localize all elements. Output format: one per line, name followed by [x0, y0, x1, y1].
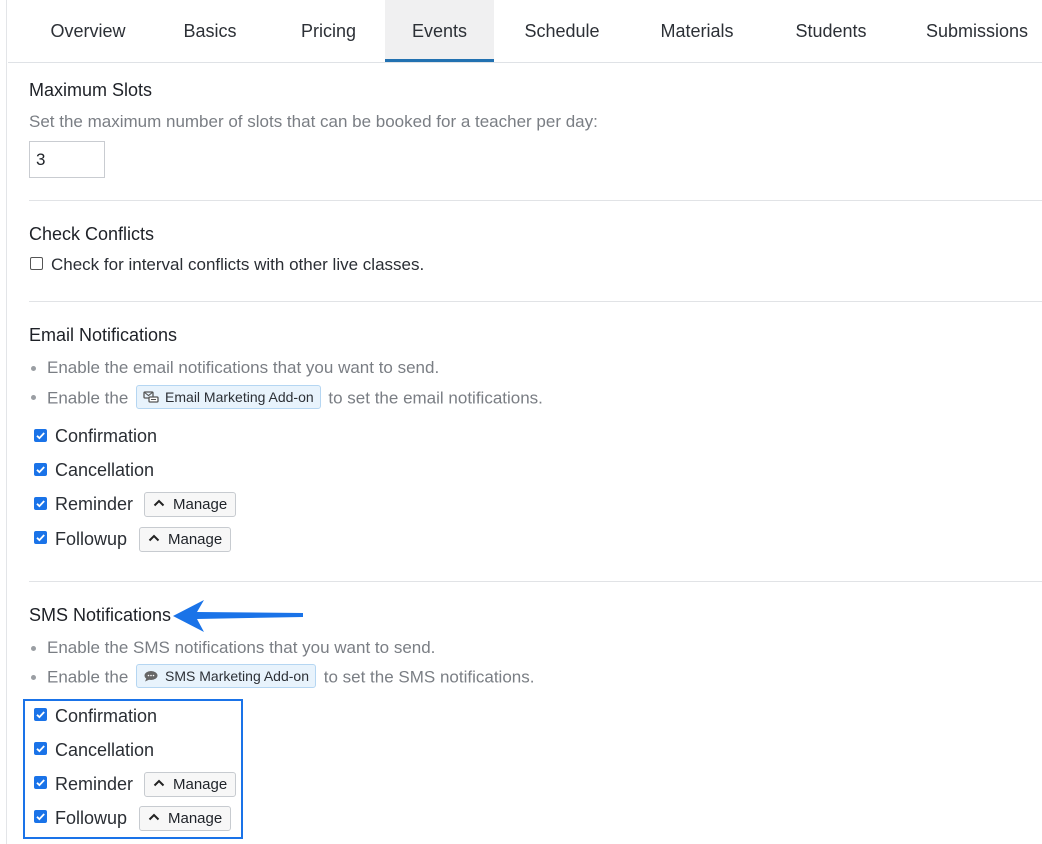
max-slots-description: Set the maximum number of slots that can…	[29, 112, 598, 131]
sms-reminder-manage-button[interactable]: Manage	[144, 772, 237, 797]
tab-bar: Overview Basics Pricing Events Schedule …	[8, 0, 1042, 63]
sms-cancellation-label: Cancellation	[55, 740, 155, 760]
sms-confirmation-checkbox[interactable]	[34, 708, 47, 721]
email-confirmation-label: Confirmation	[55, 426, 158, 446]
bullet-dot	[31, 646, 36, 651]
sms-followup-manage-button[interactable]: Manage	[139, 806, 232, 831]
sms-notifications-title: SMS Notifications	[29, 605, 172, 625]
tab-overview[interactable]: Overview	[28, 0, 148, 61]
tab-schedule[interactable]: Schedule	[494, 0, 630, 61]
sms-bullet-2-prefix: Enable the	[47, 667, 129, 687]
sms-bullet-2: Enable the SMS Marketing Add-on to set t…	[47, 664, 535, 690]
check-conflicts-title: Check Conflicts	[29, 224, 155, 244]
chevron-up-icon	[153, 779, 165, 787]
sms-chat-icon	[144, 671, 158, 682]
manage-label: Manage	[173, 496, 228, 513]
max-slots-title: Maximum Slots	[29, 80, 153, 100]
sms-confirmation-label: Confirmation	[55, 706, 158, 726]
email-bullet-2-prefix: Enable the	[47, 388, 129, 408]
bullet-dot	[31, 675, 36, 680]
sms-followup-checkbox[interactable]	[34, 810, 47, 823]
sms-followup-label: Followup	[55, 808, 128, 828]
email-followup-manage-button[interactable]: Manage	[139, 527, 232, 552]
check-conflicts-checkbox[interactable]	[30, 257, 43, 270]
email-bullet-2-suffix: to set the email notifications.	[328, 388, 543, 408]
email-reminder-manage-button[interactable]: Manage	[144, 492, 237, 517]
email-marketing-icon	[143, 391, 159, 403]
sms-reminder-checkbox[interactable]	[34, 776, 47, 789]
manage-label: Manage	[168, 531, 223, 548]
bullet-dot	[31, 395, 36, 400]
email-reminder-checkbox[interactable]	[34, 497, 47, 510]
email-reminder-label: Reminder	[55, 494, 134, 514]
tab-events[interactable]: Events	[385, 0, 494, 62]
email-bullet-1: Enable the email notifications that you …	[47, 358, 440, 377]
arrow-left-icon	[173, 600, 303, 632]
tab-pricing[interactable]: Pricing	[272, 0, 385, 61]
chevron-up-icon	[148, 534, 160, 542]
email-cancellation-checkbox[interactable]	[34, 463, 47, 476]
left-border	[6, 0, 7, 844]
email-notifications-title: Email Notifications	[29, 325, 178, 345]
chevron-up-icon	[148, 813, 160, 821]
email-cancellation-label: Cancellation	[55, 460, 155, 480]
email-confirmation-checkbox[interactable]	[34, 429, 47, 442]
manage-label: Manage	[173, 776, 228, 793]
manage-label: Manage	[168, 810, 223, 827]
section-divider	[29, 200, 1042, 201]
tab-submissions[interactable]: Submissions	[898, 0, 1042, 61]
tab-basics[interactable]: Basics	[148, 0, 272, 61]
section-divider	[29, 581, 1042, 582]
email-marketing-addon-link[interactable]: Email Marketing Add-on	[136, 385, 321, 409]
max-slots-input[interactable]	[29, 141, 105, 178]
bullet-dot	[31, 366, 36, 371]
sms-addon-label: SMS Marketing Add-on	[165, 668, 309, 684]
section-divider	[29, 301, 1042, 302]
email-followup-checkbox[interactable]	[34, 531, 47, 544]
sms-bullet-2-suffix: to set the SMS notifications.	[323, 667, 535, 687]
tab-students[interactable]: Students	[764, 0, 898, 61]
email-followup-label: Followup	[55, 529, 128, 549]
email-bullet-2: Enable the Email Marketing Add-on to set…	[47, 385, 543, 411]
sms-bullet-1: Enable the SMS notifications that you wa…	[47, 638, 436, 657]
chevron-up-icon	[153, 499, 165, 507]
tab-materials[interactable]: Materials	[630, 0, 764, 61]
sms-reminder-label: Reminder	[55, 774, 134, 794]
check-conflicts-label: Check for interval conflicts with other …	[51, 255, 425, 274]
sms-cancellation-checkbox[interactable]	[34, 742, 47, 755]
sms-marketing-addon-link[interactable]: SMS Marketing Add-on	[136, 664, 316, 688]
email-addon-label: Email Marketing Add-on	[165, 389, 314, 405]
